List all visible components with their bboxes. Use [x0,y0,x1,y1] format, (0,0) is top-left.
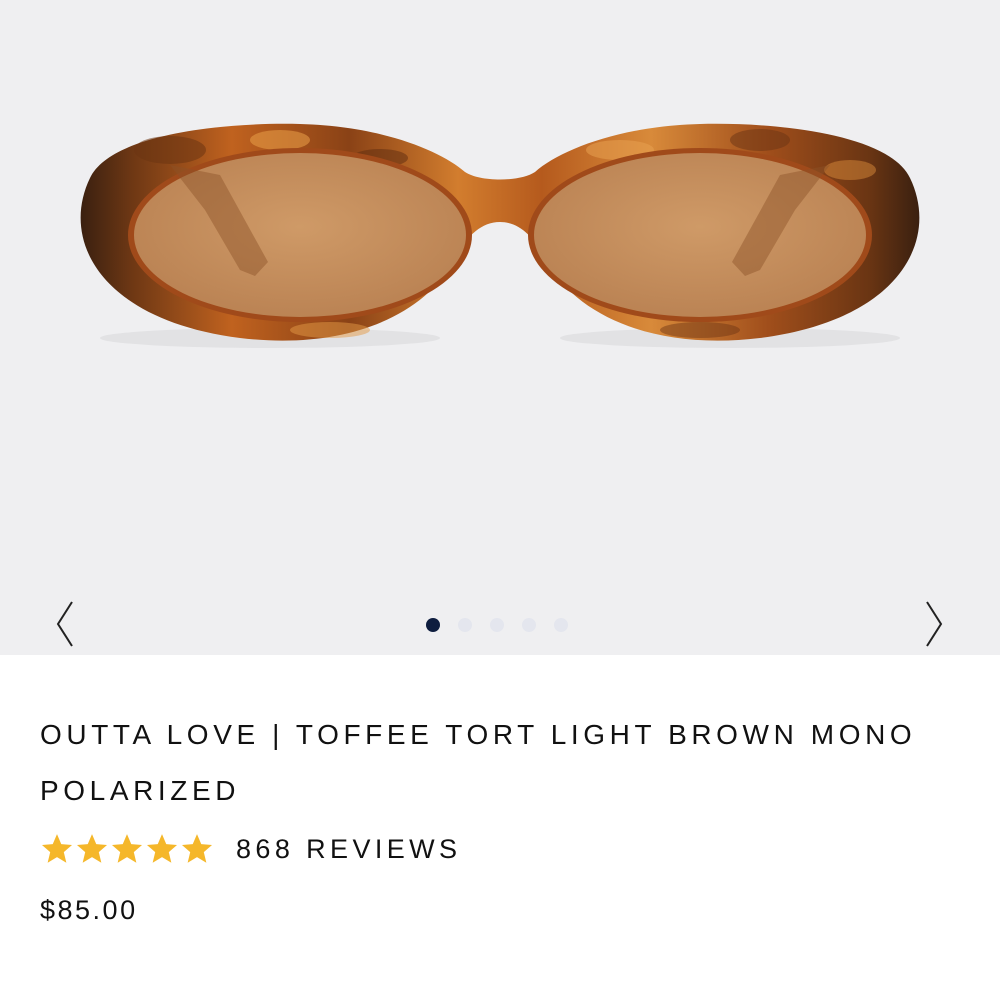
chevron-right-icon [926,601,943,647]
star-icon [146,834,178,863]
rating-row: 868 REVIEWS [40,827,960,871]
product-gallery [0,0,1000,655]
carousel-dot[interactable] [426,618,440,632]
product-info: OUTTA LOVE | TOFFEE TORT LIGHT BROWN MON… [0,655,1000,926]
star-icon [111,834,143,863]
carousel-dot[interactable] [458,618,472,632]
chevron-left-icon [56,601,73,647]
product-price: $85.00 [40,895,138,925]
star-icon [41,834,73,863]
carousel-dot[interactable] [554,618,568,632]
carousel-dot[interactable] [490,618,504,632]
star-rating[interactable] [40,832,214,866]
carousel-dots [426,618,568,632]
next-image-button[interactable] [914,596,954,652]
carousel-dot[interactable] [522,618,536,632]
sunglasses-image [80,123,920,348]
product-title: OUTTA LOVE | TOFFEE TORT LIGHT BROWN MON… [40,719,917,806]
previous-image-button[interactable] [45,596,85,652]
reviews-link[interactable]: 868 REVIEWS [236,834,461,865]
star-icon [76,834,108,863]
star-icon [181,834,213,863]
